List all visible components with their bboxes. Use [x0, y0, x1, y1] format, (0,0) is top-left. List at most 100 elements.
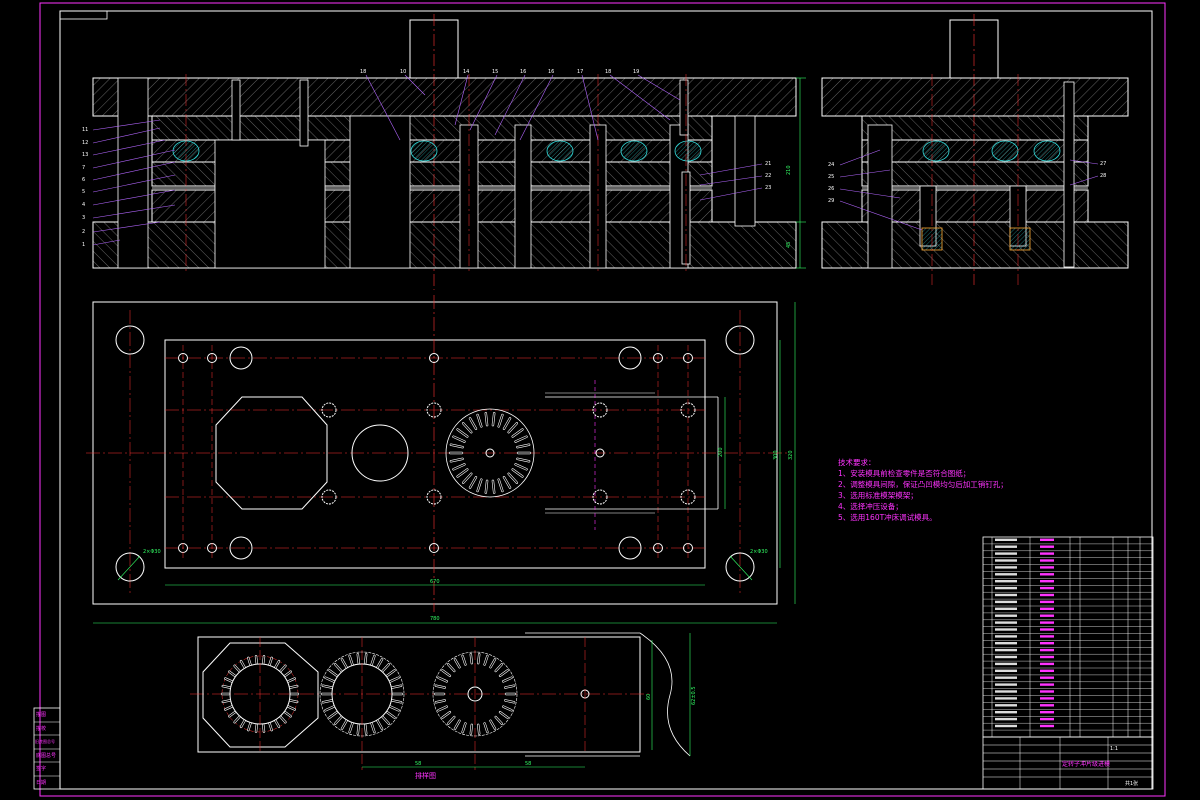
slot-mark: [280, 716, 286, 723]
bom-name-mark: [1040, 717, 1054, 721]
part-label: 22: [765, 173, 771, 179]
bom-code-mark: [995, 573, 1017, 576]
bom-code-mark: [995, 697, 1017, 700]
slot-mark: [234, 665, 240, 672]
slot-mark: [503, 417, 511, 430]
slot-mark: [280, 665, 286, 672]
slot-mark: [499, 669, 508, 677]
bom-code-mark: [995, 717, 1017, 721]
slot-mark: [508, 422, 518, 433]
part-label: 3: [82, 215, 85, 221]
pitch-dimension: 58: [415, 761, 421, 767]
part-label: 13: [82, 152, 88, 158]
cad-drawing-canvas: 18 10 14 15 16 16 17 18 19 11 12 13 7 6 …: [33, 2, 1166, 797]
plan-width-inner: 670: [430, 579, 440, 585]
stamp-label: 底图总号: [36, 752, 56, 759]
strip-title: 排样图: [415, 771, 436, 780]
part-label: 16: [520, 69, 526, 75]
slot-mark: [334, 663, 342, 672]
plan-width-outer: 780: [430, 616, 440, 622]
height-dimension: 210: [786, 165, 792, 175]
part-label: 7: [82, 165, 85, 171]
part-label: 26: [828, 186, 834, 192]
slot-mark: [495, 716, 503, 725]
slot-mark: [457, 468, 468, 478]
hole-callout-right: 2×Φ30: [750, 549, 768, 555]
slot-mark: [442, 669, 451, 677]
bom-name-mark: [1040, 690, 1054, 693]
slot-mark: [514, 463, 528, 470]
slot-mark: [341, 720, 348, 730]
stamp-label: 签字: [36, 765, 46, 772]
bom-code-mark: [995, 662, 1017, 666]
drawing-title: 定转子冲片级进模: [1062, 760, 1110, 768]
slot-mark: [498, 414, 503, 427]
slot-mark: [442, 711, 451, 719]
slot-mark: [386, 669, 395, 677]
bom-code-mark: [995, 724, 1017, 728]
bom-code-mark: [995, 648, 1017, 652]
bom-name-mark: [1040, 648, 1054, 652]
bom-name-mark: [1040, 580, 1054, 583]
slot-mark: [489, 658, 496, 668]
part-label: 19: [633, 69, 639, 75]
bom-name-mark: [1040, 711, 1054, 714]
note-item: 3、选用标准模架模架；: [838, 490, 918, 500]
part-label: 2: [82, 229, 85, 235]
slot-mark: [454, 720, 461, 730]
slot-mark: [489, 720, 496, 730]
plan-view-dimensions: 780 670 320 300 200 2×Φ30 2×Φ30: [143, 447, 794, 622]
part-label: 18: [360, 69, 366, 75]
part-label: 6: [82, 177, 85, 183]
bom-name-mark: [1040, 552, 1054, 555]
stamp-label: 旧底图总号: [35, 738, 55, 744]
part-label: 24: [828, 162, 834, 168]
bom-name-mark: [1040, 600, 1054, 604]
bom-code-mark: [995, 566, 1017, 569]
part-label: 1: [82, 242, 85, 248]
bom-name-mark: [1040, 593, 1054, 597]
bom-name-mark: [1040, 704, 1054, 707]
pitch-dimension: 58: [525, 761, 531, 767]
slot-mark: [382, 716, 390, 725]
part-label: 12: [82, 140, 88, 146]
bom-code-mark: [995, 580, 1017, 583]
bom-code-mark: [995, 621, 1017, 624]
note-item: 2、调整模具间隙，保证凸凹模均匀后加工销钉孔；: [838, 479, 1008, 489]
bom-name-mark: [1040, 642, 1054, 645]
bom-name-mark: [1040, 655, 1054, 659]
slot-mark: [462, 422, 472, 433]
slot-mark: [452, 463, 465, 470]
slot-mark: [341, 658, 348, 668]
slot-mark: [376, 658, 383, 668]
part-label: 18: [605, 69, 611, 75]
bom-code-mark: [995, 559, 1017, 562]
slot-mark: [386, 711, 395, 719]
bom-code-mark: [995, 676, 1017, 679]
slot-mark: [495, 663, 503, 672]
bom-name-mark: [1040, 697, 1054, 700]
part-label: 16: [548, 69, 554, 75]
note-item: 4、选择冲压设备；: [838, 501, 903, 511]
side-section-view: [821, 14, 1129, 285]
strip-width: 60: [646, 694, 652, 700]
slot-mark: [447, 716, 455, 725]
part-label: 25: [828, 174, 834, 180]
part-label: 17: [577, 69, 583, 75]
technical-notes: 技术要求： 1、安装模具前检查零件是否符合图纸； 2、调整模具间隙，保证凸凹模均…: [838, 457, 1008, 522]
bom-name-mark: [1040, 683, 1054, 686]
slot-mark: [503, 476, 511, 489]
slot-mark: [508, 473, 518, 484]
slot-mark: [499, 711, 508, 719]
slot-mark: [457, 428, 468, 438]
bom-code-mark: [995, 600, 1017, 604]
bom-name-mark: [1040, 559, 1054, 562]
slot-mark: [512, 468, 524, 478]
strip-labels: 58 58 60 62±0.5 排样图: [415, 686, 697, 780]
bom-name-mark: [1040, 621, 1054, 624]
bom-code-mark: [995, 704, 1017, 707]
stamp-label: 描校: [36, 725, 46, 732]
slot-mark: [262, 655, 265, 664]
part-label: 10: [400, 69, 406, 75]
front-section-view: [92, 14, 806, 290]
